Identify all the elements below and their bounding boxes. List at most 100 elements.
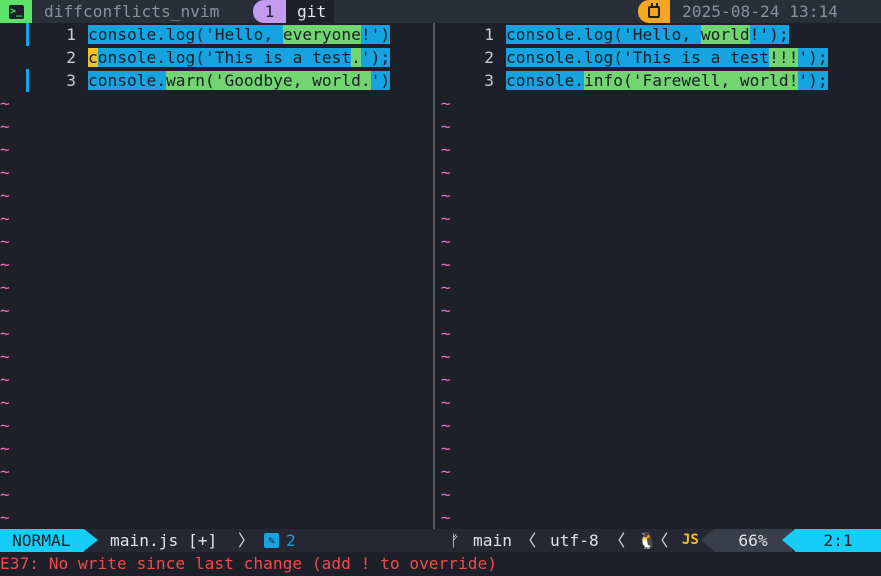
git-branch[interactable]: main: [473, 529, 512, 552]
window-index[interactable]: 1: [253, 0, 286, 23]
empty-line-filler: ~: [441, 324, 451, 343]
empty-line-filler: ~: [441, 347, 451, 366]
calendar-clock-icon: [648, 2, 660, 18]
edit-count: 2: [286, 531, 296, 550]
empty-line-filler: ~: [441, 416, 451, 435]
line-number: 3: [66, 71, 76, 90]
empty-line-filler: ~: [441, 462, 451, 481]
empty-line-filler: ~: [0, 186, 10, 205]
empty-line-filler: ~: [441, 393, 451, 412]
empty-line-filler: ~: [0, 393, 10, 412]
line-number: 1: [66, 25, 76, 44]
window-tab-git[interactable]: git: [286, 0, 334, 23]
line-number: 1: [484, 25, 494, 44]
right-diff-pane[interactable]: 1 console.log('Hello, world!'); 2 console.l…: [435, 23, 881, 529]
code-line[interactable]: 2 console.log('This is a test.');: [0, 46, 433, 69]
empty-line-filler: ~: [441, 255, 451, 274]
diff-change-text: '): [370, 71, 391, 90]
empty-line-filler: ~: [441, 508, 451, 527]
empty-line-filler: ~: [441, 140, 451, 159]
cursor: c: [88, 48, 98, 67]
empty-line-filler: ~: [0, 416, 10, 435]
mode-separator: [84, 529, 98, 551]
empty-line-filler: ~: [0, 255, 10, 274]
empty-line-filler: ~: [0, 439, 10, 458]
empty-line-filler: ~: [0, 209, 10, 228]
chevron-right-icon: 〉: [238, 531, 255, 550]
code-line[interactable]: 1 console.log('Hello, world!');: [435, 23, 881, 46]
empty-line-filler: ~: [0, 324, 10, 343]
chevron-left-icon: 〈: [609, 531, 626, 550]
empty-line-filler: ~: [0, 117, 10, 136]
empty-line-filler: ~: [0, 347, 10, 366]
cursor-position: 2:1: [795, 529, 881, 552]
code-line[interactable]: 3 console.warn('Goodbye, world.'): [0, 69, 433, 92]
empty-line-filler: ~: [441, 232, 451, 251]
empty-line-filler: ~: [441, 370, 451, 389]
diff-change-text: console.log('This is a test: [506, 48, 770, 67]
terminal-icon: >_: [8, 4, 24, 19]
empty-line-filler: ~: [0, 94, 10, 113]
session-name[interactable]: diffconflicts_nvim: [44, 0, 219, 23]
code-text[interactable]: console.info('Farewell, world!');: [506, 69, 828, 92]
position-separator: [782, 529, 795, 551]
mode-indicator: NORMAL: [0, 529, 84, 552]
file-encoding: utf-8: [550, 531, 599, 550]
code-line[interactable]: 3 console.info('Farewell, world!');: [435, 69, 881, 92]
diff-text-highlight: world: [700, 25, 750, 44]
left-diff-pane[interactable]: 1 console.log('Hello, everyone!') 2 console…: [0, 23, 433, 529]
diff-change-text: ');: [798, 48, 828, 67]
empty-line-filler: ~: [441, 163, 451, 182]
filename[interactable]: main.js [+]: [110, 529, 217, 552]
line-number: 2: [484, 48, 494, 67]
calendar-badge: [638, 0, 670, 23]
empty-line-filler: ~: [0, 508, 10, 527]
diff-change-text: console.log('Hello,: [88, 25, 283, 44]
chevron-left-icon: 〈: [652, 531, 669, 550]
line-number: 2: [66, 48, 76, 67]
empty-line-filler: ~: [0, 278, 10, 297]
empty-line-filler: ~: [0, 301, 10, 320]
empty-line-filler: ~: [441, 439, 451, 458]
code-text[interactable]: console.log('Hello, everyone!'): [88, 23, 391, 46]
javascript-filetype-icon: JS: [682, 532, 699, 548]
diff-change-text: onsole.log('This is a test: [97, 48, 352, 67]
pencil-icon: ✎: [264, 533, 279, 548]
empty-line-filler: ~: [441, 117, 451, 136]
line-number: 3: [484, 71, 494, 90]
diff-change-text: console.: [506, 71, 584, 90]
empty-line-filler: ~: [441, 94, 451, 113]
code-text[interactable]: console.log('This is a test!!!');: [506, 46, 828, 69]
code-line[interactable]: 2 console.log('This is a test!!!');: [435, 46, 881, 69]
empty-line-filler: ~: [441, 301, 451, 320]
empty-line-filler: ~: [441, 278, 451, 297]
diff-sign-marker: [26, 23, 29, 46]
empty-line-filler: ~: [0, 462, 10, 481]
diff-text-highlight: !!!: [769, 48, 799, 67]
datetime-text: 2025-08-24 13:14: [682, 2, 838, 21]
empty-line-filler: ~: [0, 370, 10, 389]
command-line-error: E37: No write since last change (add ! t…: [0, 554, 498, 573]
empty-line-filler: ~: [441, 209, 451, 228]
diff-change-text: !'): [360, 25, 391, 44]
empty-line-filler: ~: [441, 186, 451, 205]
empty-line-filler: ~: [0, 232, 10, 251]
percent-separator: [701, 529, 714, 551]
diff-text-highlight: .: [351, 48, 361, 67]
diff-change-text: console.: [88, 71, 166, 90]
diff-change-text: console.log('Hello,: [506, 25, 701, 44]
git-branch-icon: ᚠ: [450, 531, 460, 550]
code-text[interactable]: console.log('This is a test.');: [88, 46, 391, 69]
diff-change-text: !');: [749, 25, 789, 44]
diff-change-text: ');: [360, 48, 391, 67]
window-name: git: [297, 2, 327, 21]
terminal-badge: >_: [0, 0, 32, 23]
code-line[interactable]: 1 console.log('Hello, everyone!'): [0, 23, 433, 46]
chevron-left-icon: 〈: [520, 531, 537, 550]
diff-change-text: ');: [798, 71, 828, 90]
code-text[interactable]: console.log('Hello, world!');: [506, 23, 789, 46]
code-text[interactable]: console.warn('Goodbye, world.'): [88, 69, 391, 92]
scroll-percent: 66%: [714, 529, 792, 552]
diff-text-highlight: info('Farewell, world!: [583, 71, 799, 90]
empty-line-filler: ~: [441, 485, 451, 504]
